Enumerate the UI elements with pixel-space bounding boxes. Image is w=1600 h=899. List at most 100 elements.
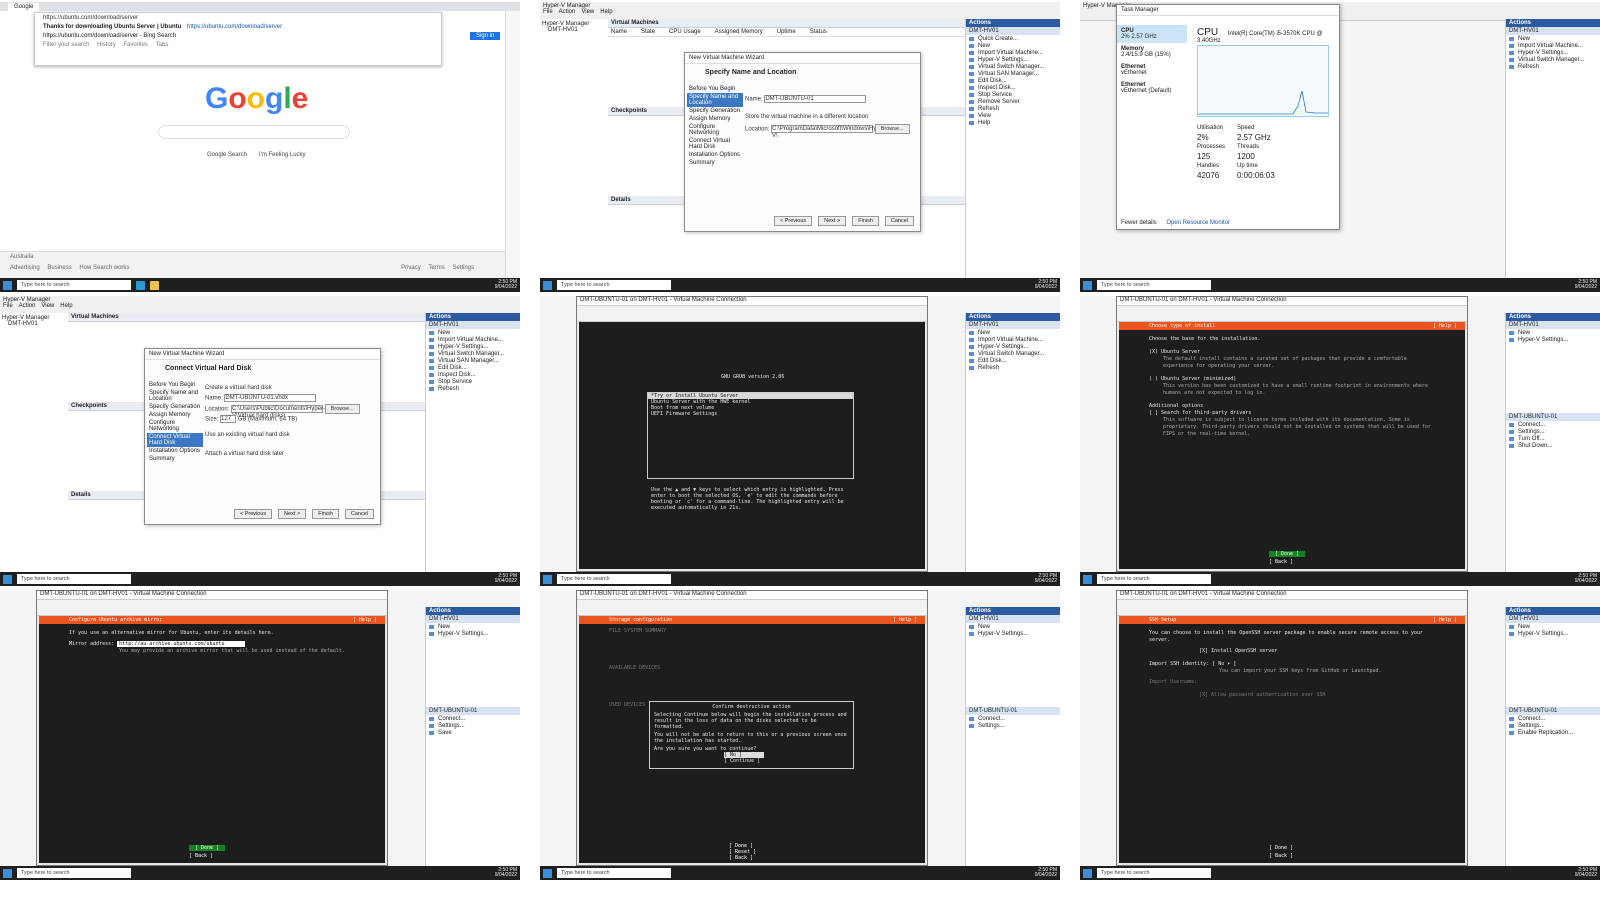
vm-name-input[interactable]: DMT-UBUNTU-01 bbox=[764, 95, 867, 103]
vm-screen[interactable]: SSH Setup[ Help ] You can choose to inst… bbox=[1119, 616, 1465, 863]
tm-memory[interactable]: Memory 2.4/15.9 GB (15%) bbox=[1117, 43, 1187, 61]
finish-button[interactable]: Finish bbox=[312, 509, 339, 519]
import-identity-select[interactable]: [ No ▾ ] bbox=[1212, 661, 1236, 667]
install-openssh-checkbox[interactable]: [X] Install OpenSSH server bbox=[1149, 648, 1435, 655]
tree-host[interactable]: DMT-HV01 bbox=[542, 27, 608, 33]
taskbar-search[interactable]: Type here to search bbox=[557, 280, 671, 290]
tm-cpu[interactable]: CPU 2% 2.57 GHz bbox=[1117, 25, 1187, 43]
option-third-party-drivers[interactable]: [ ] Search for third-party drivers bbox=[1149, 410, 1435, 417]
footer-business[interactable]: Business bbox=[47, 265, 71, 271]
taskbar-search[interactable]: Type here to search bbox=[557, 574, 671, 584]
done-button[interactable]: [ Done ] bbox=[189, 845, 226, 851]
action-help[interactable]: Help bbox=[966, 119, 1060, 126]
grub-entry-uefi[interactable]: UEFI Firmware Settings bbox=[648, 411, 853, 417]
action-stop-service[interactable]: Stop Service bbox=[426, 378, 520, 385]
menu-file[interactable]: File bbox=[543, 9, 553, 15]
action-import[interactable]: Import Virtual Machine... bbox=[1506, 42, 1600, 49]
windows-start-icon[interactable] bbox=[3, 574, 12, 584]
action-switch-manager[interactable]: Virtual Switch Manager... bbox=[966, 63, 1060, 70]
address-suggestions[interactable]: https://ubuntu.com/download/server Thank… bbox=[34, 12, 442, 66]
step-summary[interactable]: Summary bbox=[687, 159, 743, 167]
action-import[interactable]: Import Virtual Machine... bbox=[966, 49, 1060, 56]
windows-start-icon[interactable] bbox=[543, 280, 552, 290]
help-button[interactable]: [ Help ] bbox=[1433, 322, 1457, 330]
sign-in-button[interactable]: Sign in bbox=[470, 32, 501, 40]
filter-tabs[interactable]: Tabs bbox=[156, 42, 169, 48]
continue-button[interactable]: [ Continue ] bbox=[724, 758, 849, 764]
previous-button[interactable]: < Previous bbox=[234, 509, 273, 519]
windows-start-icon[interactable] bbox=[1083, 280, 1092, 290]
action-import[interactable]: Import Virtual Machine... bbox=[426, 336, 520, 343]
previous-button[interactable]: < Previous bbox=[774, 216, 813, 226]
windows-start-icon[interactable] bbox=[1083, 574, 1092, 584]
taskbar-search[interactable]: Type here to search bbox=[1097, 574, 1211, 584]
suggestion-2[interactable]: https://ubuntu.com/download/server - Bin… bbox=[35, 31, 441, 40]
cancel-button[interactable]: Cancel bbox=[884, 216, 914, 226]
step-name[interactable]: Specify Name and Location bbox=[687, 93, 743, 107]
step-disk[interactable]: Connect Virtual Hard Disk bbox=[687, 137, 743, 151]
next-button[interactable]: Next > bbox=[818, 216, 847, 226]
finish-button[interactable]: Finish bbox=[852, 216, 879, 226]
taskbar-search[interactable]: Type here to search bbox=[17, 868, 131, 878]
action-refresh[interactable]: Refresh bbox=[1506, 63, 1600, 70]
option-attach-later[interactable]: Attach a virtual hard disk later bbox=[205, 451, 374, 458]
vm-screen[interactable]: GNU GRUB version 2.06 *Try or Install Ub… bbox=[579, 322, 925, 569]
option-existing-disk[interactable]: Use an existing virtual hard disk bbox=[205, 432, 374, 439]
footer-how-search[interactable]: How Search works bbox=[79, 265, 129, 271]
action-settings[interactable]: Hyper-V Settings... bbox=[1506, 49, 1600, 56]
mirror-address-input[interactable]: http://au.archive.ubuntu.com/ubuntu bbox=[117, 641, 245, 647]
taskbar-search[interactable]: Type here to search bbox=[17, 280, 131, 290]
action-san-manager[interactable]: Virtual SAN Manager... bbox=[426, 357, 520, 364]
action-settings[interactable]: Hyper-V Settings... bbox=[426, 343, 520, 350]
action-new[interactable]: New bbox=[966, 42, 1060, 49]
action-edit-disk[interactable]: Edit Disk... bbox=[966, 77, 1060, 84]
done-button[interactable]: [ Done ] bbox=[1269, 845, 1293, 851]
taskbar-search[interactable]: Type here to search bbox=[17, 574, 131, 584]
explorer-icon[interactable] bbox=[150, 280, 159, 290]
filter-favorites[interactable]: Favorites bbox=[123, 42, 148, 48]
browser-tab[interactable]: Google bbox=[8, 3, 40, 11]
step-generation[interactable]: Specify Generation bbox=[687, 107, 743, 115]
back-button[interactable]: [ Back ] bbox=[1269, 853, 1293, 859]
action-stop-service[interactable]: Stop Service bbox=[966, 91, 1060, 98]
action-new[interactable]: New bbox=[1506, 35, 1600, 42]
menu-help[interactable]: Help bbox=[60, 303, 72, 309]
windows-start-icon[interactable] bbox=[3, 868, 12, 878]
action-remove-server[interactable]: Remove Server bbox=[966, 98, 1060, 105]
back-button[interactable]: [ Back ] bbox=[1269, 559, 1293, 565]
step-before[interactable]: Before You Begin bbox=[687, 85, 743, 93]
google-search-input[interactable] bbox=[158, 125, 350, 139]
back-button[interactable]: [ Back ] bbox=[189, 853, 213, 859]
footer-advertising[interactable]: Advertising bbox=[10, 265, 40, 271]
action-san-manager[interactable]: Virtual SAN Manager... bbox=[966, 70, 1060, 77]
store-option[interactable]: Store the virtual machine in a different… bbox=[745, 114, 914, 121]
disk-size-input[interactable]: 127 bbox=[220, 415, 237, 424]
resource-monitor-link[interactable]: Open Resource Monitor bbox=[1166, 220, 1230, 226]
feeling-lucky-button[interactable]: I'm Feeling Lucky bbox=[259, 152, 306, 158]
step-memory[interactable]: Assign Memory bbox=[687, 115, 743, 123]
menu-view[interactable]: View bbox=[581, 9, 594, 15]
action-edit-disk[interactable]: Edit Disk... bbox=[426, 364, 520, 371]
option-ubuntu-minimized[interactable]: ( ) Ubuntu Server (minimized) bbox=[1149, 376, 1435, 383]
action-view[interactable]: View bbox=[966, 112, 1060, 119]
action-refresh[interactable]: Refresh bbox=[426, 385, 520, 392]
action-refresh[interactable]: Refresh bbox=[966, 105, 1060, 112]
tm-ethernet-1[interactable]: Ethernet vEthernet bbox=[1117, 61, 1187, 79]
action-switch-manager[interactable]: Virtual Switch Manager... bbox=[1506, 56, 1600, 63]
windows-start-icon[interactable] bbox=[3, 280, 12, 290]
browse-button[interactable]: Browse... bbox=[874, 124, 910, 135]
taskbar-search[interactable]: Type here to search bbox=[1097, 868, 1211, 878]
tm-ethernet-2[interactable]: Ethernet vEthernet (Default) bbox=[1117, 79, 1187, 97]
disk-location-input[interactable]: C:\Users\Public\Documents\Hyper-V\Virtua… bbox=[231, 404, 325, 419]
address-input[interactable]: https://ubuntu.com/download/server bbox=[35, 13, 441, 22]
windows-start-icon[interactable] bbox=[543, 868, 552, 878]
menu-view[interactable]: View bbox=[41, 303, 54, 309]
edge-icon[interactable] bbox=[136, 280, 145, 290]
google-search-button[interactable]: Google Search bbox=[207, 152, 247, 158]
footer-terms[interactable]: Terms bbox=[428, 265, 444, 271]
vm-screen[interactable]: Storage configuration[ Help ] FILE SYSTE… bbox=[579, 616, 925, 863]
cancel-button[interactable]: Cancel bbox=[344, 509, 374, 519]
menu-action[interactable]: Action bbox=[559, 9, 576, 15]
taskbar-search[interactable]: Type here to search bbox=[557, 868, 671, 878]
menu-file[interactable]: File bbox=[3, 303, 13, 309]
